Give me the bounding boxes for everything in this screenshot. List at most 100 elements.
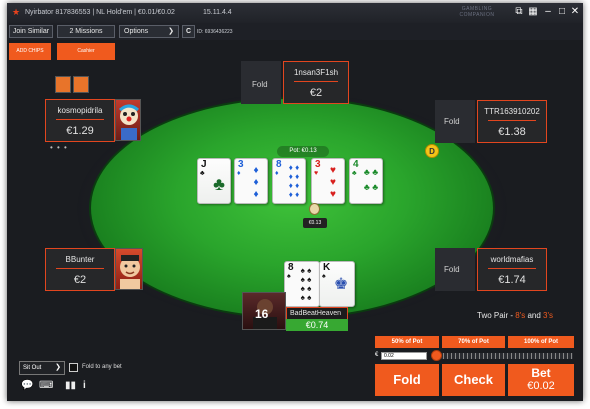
pot-total: Pot: €0.13	[277, 146, 329, 157]
fold-status: Fold	[444, 265, 460, 274]
sit-out-dropdown[interactable]: Sit Out ❯	[19, 361, 65, 375]
bet-label: Bet	[531, 366, 551, 380]
seat-1nsan3f1sh[interactable]: 1nsan3F1sh €2	[283, 61, 349, 104]
player-name: 1nsan3F1sh	[293, 68, 339, 77]
close-icon[interactable]: ✕	[569, 6, 581, 19]
fold-status: Fold	[444, 117, 460, 126]
hole-card-2: K ♠ ♚	[319, 261, 355, 307]
avatar	[115, 248, 143, 290]
chat-icon[interactable]: 💬	[21, 380, 33, 392]
card-rank: J	[201, 159, 207, 170]
options-label: Options	[124, 28, 149, 35]
player-stack: €2	[73, 274, 87, 286]
brand-logo: GAMBLING COMPANION	[459, 6, 495, 18]
card-rank: 8	[276, 159, 282, 170]
bet-100-pot-button[interactable]: 100% of Pot	[508, 336, 574, 348]
player-stack: €1.38	[498, 126, 526, 138]
currency-symbol: €	[375, 352, 379, 358]
diamond-icon: ♦ ♦ ♦ ♦ ♦ ♦ ♦ ♦	[288, 163, 300, 199]
player-name: worldmafias	[490, 255, 534, 264]
bet-button[interactable]: Bet €0.02	[508, 364, 574, 396]
diamond-icon: ♦ ♦ ♦	[253, 165, 259, 200]
bet-slider-row: € 0.02	[375, 350, 575, 362]
cashier-button[interactable]: Cashier	[57, 43, 115, 60]
options-dropdown[interactable]: Options ❯	[119, 25, 179, 38]
bet-slider-track[interactable]	[435, 353, 573, 359]
board-card-5: 4 ♣ ♣ ♣ ♣ ♣	[349, 158, 383, 204]
stats-icon[interactable]: ▮▮	[65, 380, 76, 392]
center-chip-amount: €0.13	[303, 218, 327, 228]
seat-kosmopidrila[interactable]: kosmopidrila €1.29	[45, 99, 115, 142]
window-title: Nyirbator 817836553 | NL Hold'em | €0.01…	[25, 9, 175, 16]
hand-rank-b: 3's	[543, 311, 553, 320]
refresh-icon[interactable]: C	[182, 25, 195, 38]
fold-any-checkbox[interactable]	[69, 363, 78, 372]
player-stack: €2	[309, 87, 323, 99]
club-icon: ♣ ♣ ♣ ♣	[363, 167, 379, 192]
king-face-icon: ♚	[333, 276, 349, 293]
chevron-down-icon: ❯	[55, 364, 61, 371]
bet-slider-handle[interactable]	[431, 350, 442, 361]
info-icon[interactable]: i	[83, 380, 86, 392]
card-rank: 8	[288, 262, 294, 273]
avatar	[115, 99, 141, 141]
card-rank: 4	[353, 159, 359, 170]
board-card-3: 8 ♦ ♦ ♦ ♦ ♦ ♦ ♦ ♦ ♦	[272, 158, 306, 204]
fold-any-label: Fold to any bet	[82, 364, 122, 370]
add-chips-button[interactable]: ADD CHIPS	[9, 43, 51, 60]
title-bar: ★ Nyirbator 817836553 | NL Hold'em | €0.…	[7, 3, 583, 23]
card-suit: ♠	[287, 273, 291, 280]
cards-icon	[55, 76, 71, 93]
missions-button[interactable]: 2 Missions	[57, 25, 115, 38]
hand-prefix: Two Pair -	[477, 311, 516, 320]
seat-worldmafias[interactable]: worldmafias €1.74	[477, 248, 547, 291]
app-logo-icon: ★	[12, 7, 21, 17]
player-stack: €0.74	[286, 319, 348, 331]
bet-amount-input[interactable]: 0.02	[381, 352, 427, 360]
player-name: TTR163910202	[484, 107, 540, 116]
player-name: BBunter	[65, 255, 95, 264]
player-name: kosmopidrila	[57, 106, 103, 115]
minimize-icon[interactable]: –	[542, 6, 554, 19]
fold-button[interactable]: Fold	[375, 364, 439, 396]
card-suit: ♣	[200, 170, 205, 177]
hand-description: Two Pair - 8's and 3's	[477, 311, 553, 320]
bet-amount: €0.02	[527, 380, 555, 392]
table-id: ID: 6936436223	[197, 29, 233, 35]
seat-bbunter[interactable]: BBunter €2	[45, 248, 115, 291]
chevron-down-icon: ❯	[168, 28, 174, 35]
fold-status: Fold	[252, 80, 268, 89]
dealer-button: D	[425, 144, 439, 158]
keyboard-icon[interactable]: ⌨	[39, 380, 53, 392]
grid-icon[interactable]: ▦	[527, 6, 539, 19]
player-level-badge: 16	[255, 307, 269, 321]
bet-50-pot-button[interactable]: 50% of Pot	[375, 336, 439, 348]
more-options-icon[interactable]: • • •	[50, 143, 68, 152]
heart-icon: ♥ ♥ ♥	[330, 165, 336, 200]
board-card-1: J ♣ ♣	[197, 158, 231, 204]
card-suit: ♥	[314, 170, 319, 177]
board-card-2: 3 ♦ ♦ ♦ ♦	[234, 158, 268, 204]
card-rank: 3	[238, 159, 244, 170]
card-suit: ♣	[352, 170, 357, 177]
bet-70-pot-button[interactable]: 70% of Pot	[442, 336, 505, 348]
spade-icon: ♠ ♠ ♠ ♠ ♠ ♠ ♠ ♠	[300, 266, 312, 302]
seat-ttr163910202[interactable]: TTR163910202 €1.38	[477, 100, 547, 143]
hand-rank-a: 8's	[515, 311, 526, 320]
hole-card-1: 8 ♠ ♠ ♠ ♠ ♠ ♠ ♠ ♠ ♠	[284, 261, 320, 307]
clock: 15.11.4.4	[203, 9, 232, 16]
toolbar: Join Similar 2 Missions Options ❯ C ID: …	[7, 23, 583, 40]
check-button[interactable]: Check	[442, 364, 505, 396]
player-stack: €1.29	[66, 125, 94, 137]
player-stack: €1.74	[498, 274, 526, 286]
card-suit: ♠	[322, 273, 326, 280]
card-suit: ♦	[275, 170, 279, 177]
sit-out-label: Sit Out	[23, 365, 42, 371]
tile-icon[interactable]: ⧉	[513, 6, 525, 19]
card-rank: 3	[315, 159, 321, 170]
board-card-4: 3 ♥ ♥ ♥ ♥	[311, 158, 345, 204]
maximize-icon[interactable]: □	[556, 6, 568, 19]
cards-icon	[73, 76, 89, 93]
join-similar-button[interactable]: Join Similar	[9, 25, 53, 38]
card-suit: ♦	[237, 170, 241, 177]
